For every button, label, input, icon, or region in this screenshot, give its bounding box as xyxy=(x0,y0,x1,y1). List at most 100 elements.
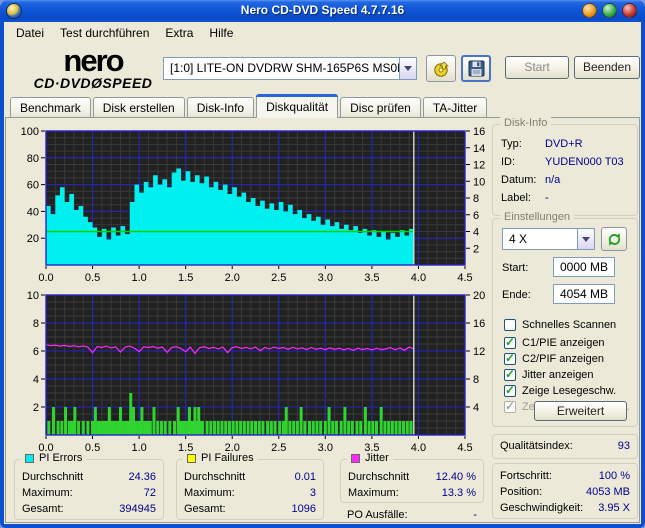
svg-text:1.0: 1.0 xyxy=(131,272,146,284)
maximize-button[interactable] xyxy=(602,3,617,18)
eject-button[interactable] xyxy=(426,55,456,82)
checkbox-box[interactable] xyxy=(504,351,516,365)
start-field-label: Start: xyxy=(502,262,529,274)
checkbox-lesegeschw[interactable]: Zeige Lesegeschw. xyxy=(504,383,617,397)
progress-row: Fortschritt: 100 % xyxy=(500,470,630,482)
checkbox-box xyxy=(504,399,516,413)
settings-title: Einstellungen xyxy=(500,211,575,223)
checkbox-label: C1/PIE anzeigen xyxy=(522,337,605,349)
svg-text:20: 20 xyxy=(27,233,39,245)
checkbox-label: C2/PIF anzeigen xyxy=(522,353,604,365)
checkbox-label: Jitter anzeigen xyxy=(522,369,594,381)
nero-logo-brand: nero xyxy=(63,43,124,78)
checkbox-box[interactable] xyxy=(504,383,516,397)
title-bar[interactable]: Nero CD-DVD Speed 4.7.7.16 xyxy=(0,0,645,22)
tab-disk-erstellen[interactable]: Disk erstellen xyxy=(92,97,185,118)
quality-index-row: Qualitätsindex: 93 xyxy=(493,435,637,458)
svg-text:80: 80 xyxy=(27,153,39,165)
checkbox-jitter[interactable]: Jitter anzeigen xyxy=(504,367,594,381)
menu-test-durchfuehren[interactable]: Test durchführen xyxy=(52,24,157,42)
chevron-down-icon xyxy=(404,66,412,71)
start-button[interactable]: Start xyxy=(505,56,569,79)
svg-text:8: 8 xyxy=(33,318,39,330)
svg-text:1.5: 1.5 xyxy=(178,272,193,284)
checkbox-box[interactable] xyxy=(504,367,516,381)
checkbox-schnelles-scannen[interactable]: Schnelles Scannen xyxy=(504,319,616,331)
menu-bar: Datei Test durchführen Extra Hilfe xyxy=(4,22,641,44)
svg-text:4.5: 4.5 xyxy=(457,442,472,454)
svg-text:1.0: 1.0 xyxy=(131,442,146,454)
svg-text:100: 100 xyxy=(21,126,39,138)
jitter-legend-swatch xyxy=(351,453,360,463)
svg-text:6: 6 xyxy=(473,210,479,222)
nero-logo: nero CD·DVDØSPEED xyxy=(18,43,168,91)
start-field[interactable] xyxy=(553,257,615,277)
drive-select[interactable]: [1:0] LITE-ON DVDRW SHM-165P6S MS0R xyxy=(163,57,417,80)
disk-info-row-typ: Typ: DVD+R xyxy=(501,138,583,150)
client-area: Datei Test durchführen Extra Hilfe nero … xyxy=(4,22,641,524)
jitter-stats-box: Jitter Durchschnitt 12.40 % Maximum: 13.3 … xyxy=(340,452,484,503)
disk-info-row-datum: Datum: n/a xyxy=(501,174,561,186)
progress-box: Fortschritt: 100 % Position: 4053 MB Gesch… xyxy=(492,463,638,519)
disk-info-title: Disk-Info xyxy=(500,117,552,129)
checkbox-label: Schnelles Scannen xyxy=(522,319,617,331)
svg-text:8: 8 xyxy=(473,374,479,386)
end-field[interactable] xyxy=(553,284,615,304)
tab-benchmark[interactable]: Benchmark xyxy=(10,97,91,118)
chevron-down-icon xyxy=(582,236,590,242)
save-icon xyxy=(468,60,484,77)
checkbox-label: Zeige Lesegeschw. xyxy=(522,385,617,397)
svg-text:4: 4 xyxy=(473,402,479,414)
nero-logo-product: CD·DVDØSPEED xyxy=(33,75,153,91)
checkbox-box[interactable] xyxy=(504,319,516,331)
checkbox-c2-pif[interactable]: C2/PIF anzeigen xyxy=(504,351,604,365)
svg-text:2: 2 xyxy=(33,402,39,414)
pi-errors-legend-swatch xyxy=(25,453,34,463)
menu-hilfe[interactable]: Hilfe xyxy=(201,24,241,42)
checkbox-box[interactable] xyxy=(504,335,516,349)
speed-select[interactable]: 4 X xyxy=(502,228,595,250)
svg-text:16: 16 xyxy=(473,318,485,330)
svg-text:40: 40 xyxy=(27,206,39,218)
minimize-button[interactable] xyxy=(582,3,597,18)
app-window: Nero CD-DVD Speed 4.7.7.16 Datei Test du… xyxy=(0,0,645,528)
svg-text:2: 2 xyxy=(473,243,479,255)
pi-failures-legend: PI Failures xyxy=(183,452,258,464)
menu-extra[interactable]: Extra xyxy=(157,24,201,42)
tab-disk-info[interactable]: Disk-Info xyxy=(186,97,255,118)
window-title: Nero CD-DVD Speed 4.7.7.16 xyxy=(240,3,405,17)
quality-index-label: Qualitätsindex: xyxy=(500,440,573,452)
po-failures-label: PO Ausfälle: xyxy=(347,509,408,521)
position-row: Position: 4053 MB xyxy=(500,486,630,498)
svg-text:8: 8 xyxy=(473,193,479,205)
tab-bar: Benchmark Disk erstellen Disk-Info Diskq… xyxy=(10,94,488,118)
menu-datei[interactable]: Datei xyxy=(8,24,52,42)
pi-errors-chart: 20 40 60 80 100 2 4 6 8 10 12 14 16 0.0 0.5 1.0 1.5 2.0 2.… xyxy=(21,126,486,284)
speed-select-value: 4 X xyxy=(509,232,528,246)
eject-icon xyxy=(434,60,449,77)
svg-text:0.0: 0.0 xyxy=(38,272,53,284)
pi-failures-legend-swatch xyxy=(187,453,196,463)
quality-index-box: Qualitätsindex: 93 xyxy=(492,434,638,459)
tab-disc-pruefen[interactable]: Disc prüfen xyxy=(340,97,421,118)
svg-text:2.5: 2.5 xyxy=(271,272,286,284)
svg-text:3.0: 3.0 xyxy=(318,442,333,454)
drive-select-dropdown-button[interactable] xyxy=(399,58,416,79)
disk-info-row-label: Label: - xyxy=(501,192,549,204)
po-failures-row: PO Ausfälle: - xyxy=(340,507,484,523)
speed-select-dropdown-button[interactable] xyxy=(577,229,594,249)
svg-text:10: 10 xyxy=(27,290,39,302)
tab-diskqualitaet[interactable]: Diskqualität xyxy=(256,94,339,118)
svg-text:14: 14 xyxy=(473,143,485,155)
refresh-speeds-button[interactable] xyxy=(601,227,627,251)
save-button[interactable] xyxy=(461,55,491,82)
pi-errors-legend: PI Errors xyxy=(21,452,87,464)
end-field-label: Ende: xyxy=(502,289,531,301)
quit-button[interactable]: Beenden xyxy=(574,56,640,79)
advanced-button[interactable]: Erweitert xyxy=(534,401,627,421)
tab-ta-jitter[interactable]: TA-Jitter xyxy=(422,97,488,118)
checkbox-c1-pie[interactable]: C1/PIE anzeigen xyxy=(504,335,605,349)
quality-index-value: 93 xyxy=(617,440,630,452)
jitter-legend: Jitter xyxy=(347,452,393,464)
close-button[interactable] xyxy=(622,3,637,18)
